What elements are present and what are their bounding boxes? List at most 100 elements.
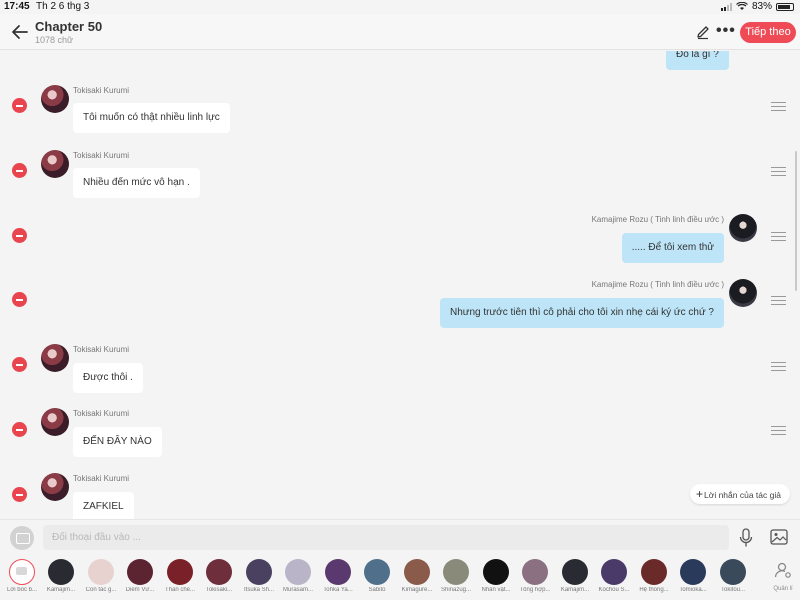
character-label: Kimagure... [401, 587, 433, 593]
character-item[interactable]: Tohka Ya... [319, 559, 357, 593]
character-item[interactable]: Tokisaki... [200, 559, 238, 593]
manage-characters-button[interactable]: Quản lí [770, 561, 796, 592]
message-bubble[interactable]: ĐẾN ĐÂY NÀO [73, 427, 162, 457]
character-avatar [522, 559, 548, 585]
drag-handle-icon[interactable] [771, 167, 786, 177]
speaker-name: Tokisaki Kurumi [73, 409, 130, 418]
character-label: Murasam... [282, 587, 313, 593]
character-label: Itsuka Sh... [243, 587, 274, 593]
message-bubble[interactable]: Nhiều đến mức vô hạn . [73, 168, 200, 198]
character-item[interactable]: Tomioka... [674, 559, 712, 593]
chat-area[interactable]: Đó là gì ? Tokisaki Kurumi Tôi muốn có t… [0, 51, 800, 519]
drag-handle-icon[interactable] [771, 362, 786, 372]
character-bar: Lời bốc b... Kamajim... Con tác g... Diê… [0, 555, 800, 600]
character-item[interactable]: Sabito [358, 559, 396, 593]
status-bar: 17:45 Th 2 6 thg 3 83% [0, 0, 800, 14]
avatar [41, 408, 69, 436]
speaker-name: Tokisaki Kurumi [73, 151, 130, 160]
user-settings-icon [774, 562, 791, 578]
character-item[interactable]: Kochou S... [595, 559, 633, 593]
speaker-name: Kamajime Rozu ( Tinh linh điều ước ) [591, 280, 724, 289]
character-label: Hệ thống... [639, 587, 669, 593]
avatar [41, 344, 69, 372]
character-avatar [443, 559, 469, 585]
character-item[interactable]: Itsuka Sh... [240, 559, 278, 593]
character-item[interactable]: Diêm Vư... [121, 559, 159, 593]
character-item[interactable]: Kimagure... [398, 559, 436, 593]
character-item[interactable]: Shinazug... [437, 559, 475, 593]
avatar [729, 214, 757, 242]
character-label: Kamajim... [46, 587, 76, 593]
message-bubble[interactable]: Đó là gì ? [666, 51, 729, 70]
remove-message-button[interactable] [12, 98, 27, 113]
character-item[interactable]: Thần chế... [161, 559, 199, 593]
character-narrator[interactable]: Lời bốc b... [3, 559, 41, 593]
pencil-icon[interactable] [695, 24, 711, 40]
message-bubble[interactable]: ZAFKIEL [73, 492, 134, 519]
remove-message-button[interactable] [12, 357, 27, 372]
character-item[interactable]: Hệ thống... [635, 559, 673, 593]
message-bubble[interactable]: Nhưng trước tiên thì cô phải cho tôi xin… [439, 298, 724, 328]
scrollbar[interactable] [795, 151, 797, 291]
message-bubble[interactable]: ..... Để tôi xem thử [621, 233, 724, 263]
author-note-button[interactable]: +Lời nhắn của tác giả [690, 484, 790, 504]
character-label: Thần chế... [164, 587, 196, 593]
character-label: Shinazug... [440, 587, 472, 593]
chapter-title: Chapter 50 [35, 19, 103, 34]
author-note-label: Lời nhắn của tác giả [704, 490, 781, 500]
drag-handle-icon[interactable] [771, 296, 786, 306]
character-label: Kamajim... [560, 587, 590, 593]
battery-percent: 83% [751, 1, 772, 12]
manage-label: Quản lí [773, 586, 793, 592]
microphone-icon[interactable] [739, 528, 753, 548]
character-label: Sabito [368, 587, 386, 593]
avatar [41, 473, 69, 501]
status-time: 17:45 [4, 1, 30, 12]
chat-type-button[interactable] [10, 526, 34, 550]
character-label: Tomioka... [679, 587, 707, 593]
character-label: Tohka Ya... [323, 587, 353, 593]
avatar [41, 150, 69, 178]
remove-message-button[interactable] [12, 292, 27, 307]
character-label: Tokisaki... [205, 587, 233, 593]
character-label: Nhân vật... [481, 587, 511, 593]
avatar [41, 85, 69, 113]
character-avatar [325, 559, 351, 585]
next-button[interactable]: Tiếp theo [740, 22, 796, 43]
character-avatar [562, 559, 588, 585]
character-avatar [48, 559, 74, 585]
message-bubble[interactable]: Tôi muốn có thật nhiều linh lực [73, 103, 230, 133]
character-item[interactable]: Tokitou... [714, 559, 752, 593]
character-item[interactable]: Kamajim... [42, 559, 80, 593]
remove-message-button[interactable] [12, 228, 27, 243]
character-item[interactable]: Tổng hợp... [516, 559, 554, 593]
message-bubble[interactable]: Được thôi . [73, 363, 143, 393]
character-label: Diêm Vư... [125, 587, 155, 593]
dialogue-input[interactable] [43, 525, 729, 550]
input-bar [0, 519, 800, 554]
more-options-button[interactable]: ••• [716, 22, 736, 40]
status-indicators: 83% [720, 1, 794, 12]
remove-message-button[interactable] [12, 422, 27, 437]
speaker-name: Kamajime Rozu ( Tinh linh điều ước ) [591, 215, 724, 224]
drag-handle-icon[interactable] [771, 232, 786, 242]
drag-handle-icon[interactable] [771, 102, 786, 112]
character-item[interactable]: Con tác g... [82, 559, 120, 593]
character-avatar [680, 559, 706, 585]
speaker-name: Tokisaki Kurumi [73, 474, 130, 483]
remove-message-button[interactable] [12, 487, 27, 502]
word-count: 1078 chữ [35, 35, 74, 45]
character-item[interactable]: Nhân vật... [477, 559, 515, 593]
character-avatar [483, 559, 509, 585]
wifi-icon [736, 2, 748, 10]
back-arrow-icon[interactable] [10, 22, 30, 42]
character-avatar [127, 559, 153, 585]
status-date: Th 2 6 thg 3 [36, 1, 90, 12]
avatar [729, 279, 757, 307]
remove-message-button[interactable] [12, 163, 27, 178]
drag-handle-icon[interactable] [771, 426, 786, 436]
character-item[interactable]: Kamajim... [556, 559, 594, 593]
character-item[interactable]: Murasam... [279, 559, 317, 593]
battery-icon [776, 2, 794, 11]
image-icon[interactable] [770, 529, 788, 545]
